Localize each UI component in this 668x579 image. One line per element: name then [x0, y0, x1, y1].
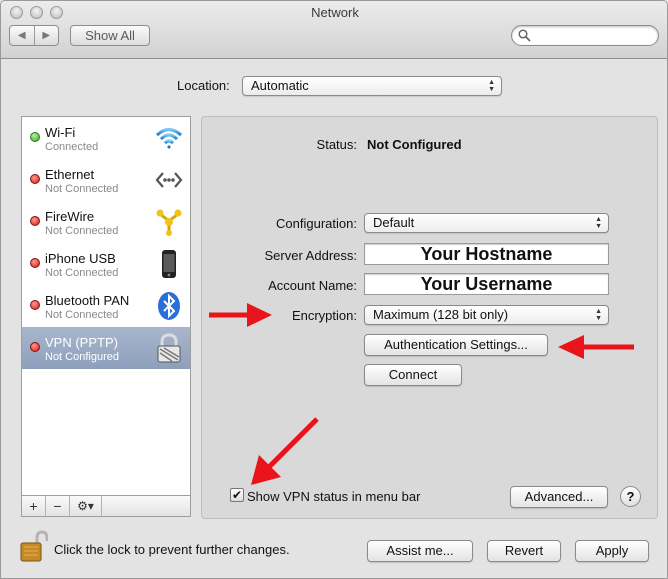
- wifi-icon: [155, 128, 183, 149]
- ethernet-icon: [155, 172, 183, 188]
- window-title: Network: [311, 5, 359, 20]
- service-item-firewire[interactable]: FireWire Not Connected: [22, 201, 190, 243]
- help-button[interactable]: ?: [620, 486, 641, 507]
- assist-me-button[interactable]: Assist me...: [367, 540, 473, 562]
- search-icon: [518, 29, 531, 45]
- status-dot-red: [30, 300, 40, 310]
- back-forward-group: ◀ ▶: [9, 25, 59, 46]
- lock-message: Click the lock to prevent further change…: [54, 542, 290, 557]
- back-button[interactable]: ◀: [10, 26, 34, 45]
- service-status: Connected: [45, 141, 99, 153]
- encryption-popup[interactable]: Maximum (128 bit only) ▲ ▼: [364, 305, 609, 325]
- service-status: Not Configured: [45, 351, 119, 363]
- iphone-icon: [162, 250, 176, 278]
- service-status: Not Connected: [45, 183, 119, 195]
- forward-button[interactable]: ▶: [33, 26, 59, 45]
- status-value: Not Configured: [367, 137, 462, 152]
- encryption-value: Maximum (128 bit only): [373, 307, 509, 322]
- popup-arrows-icon: ▲ ▼: [595, 216, 602, 230]
- service-item-wifi[interactable]: Wi-Fi Connected: [22, 117, 190, 159]
- add-service-button[interactable]: +: [22, 496, 46, 516]
- annotation-arrow-encryption: [209, 303, 272, 327]
- annotation-arrow-checkbox: [251, 417, 319, 485]
- service-status: Not Connected: [45, 267, 119, 279]
- vpn-lock-icon: [157, 333, 181, 363]
- server-address-label: Server Address:: [264, 248, 358, 263]
- service-status: Not Connected: [45, 309, 119, 321]
- service-item-vpn-pptp[interactable]: VPN (PPTP) Not Configured: [22, 327, 190, 369]
- advanced-button[interactable]: Advanced...: [510, 486, 608, 508]
- service-name: FireWire: [45, 209, 95, 224]
- popup-arrows-icon: ▲ ▼: [488, 79, 495, 93]
- server-address-field[interactable]: Your Hostname: [364, 243, 609, 265]
- popup-arrows-icon: ▲ ▼: [595, 308, 602, 322]
- title-bar: Network ◀ ▶ Show All: [1, 1, 667, 59]
- remove-service-button[interactable]: −: [46, 496, 70, 516]
- status-dot-red: [30, 258, 40, 268]
- service-name: VPN (PPTP): [45, 335, 118, 350]
- location-value: Automatic: [251, 78, 309, 93]
- service-name: Bluetooth PAN: [45, 293, 130, 308]
- status-dot-red: [30, 174, 40, 184]
- configuration-popup[interactable]: Default ▲ ▼: [364, 213, 609, 233]
- annotation-arrow-authentication: [558, 335, 634, 359]
- network-preferences-window: Network ◀ ▶ Show All Location: Automatic…: [0, 0, 668, 579]
- account-name-field[interactable]: Your Username: [364, 273, 609, 295]
- service-list-toolbar: + − ⚙▾: [21, 495, 191, 517]
- status-dot-red: [30, 216, 40, 226]
- service-name: Wi-Fi: [45, 125, 76, 140]
- revert-button[interactable]: Revert: [487, 540, 561, 562]
- status-label: Status:: [316, 137, 357, 152]
- lock-icon[interactable]: [20, 530, 48, 564]
- service-status: Not Connected: [45, 225, 119, 237]
- status-dot-red: [30, 342, 40, 352]
- search-field[interactable]: [511, 25, 659, 46]
- bluetooth-icon: [158, 292, 180, 320]
- service-name: iPhone USB: [45, 251, 116, 266]
- show-vpn-status-checkbox[interactable]: ✔: [230, 488, 244, 502]
- account-name-label: Account Name:: [268, 278, 357, 293]
- configuration-value: Default: [373, 215, 415, 230]
- show-vpn-status-label: Show VPN status in menu bar: [247, 489, 421, 504]
- show-all-button[interactable]: Show All: [70, 25, 150, 46]
- location-label: Location:: [177, 78, 230, 93]
- service-list: Wi-Fi Connected Ethernet Not Connected F…: [21, 116, 191, 516]
- apply-button[interactable]: Apply: [575, 540, 649, 562]
- service-item-bluetooth-pan[interactable]: Bluetooth PAN Not Connected: [22, 285, 190, 327]
- connect-button[interactable]: Connect: [364, 364, 462, 386]
- gear-menu-button[interactable]: ⚙▾: [70, 496, 102, 516]
- location-popup[interactable]: Automatic ▲ ▼: [242, 76, 502, 96]
- firewire-icon: [156, 209, 182, 236]
- configuration-label: Configuration:: [276, 216, 357, 231]
- service-item-ethernet[interactable]: Ethernet Not Connected: [22, 159, 190, 201]
- status-dot-green: [30, 132, 40, 142]
- service-name: Ethernet: [45, 167, 95, 182]
- service-item-iphone-usb[interactable]: iPhone USB Not Connected: [22, 243, 190, 285]
- authentication-settings-button[interactable]: Authentication Settings...: [364, 334, 548, 356]
